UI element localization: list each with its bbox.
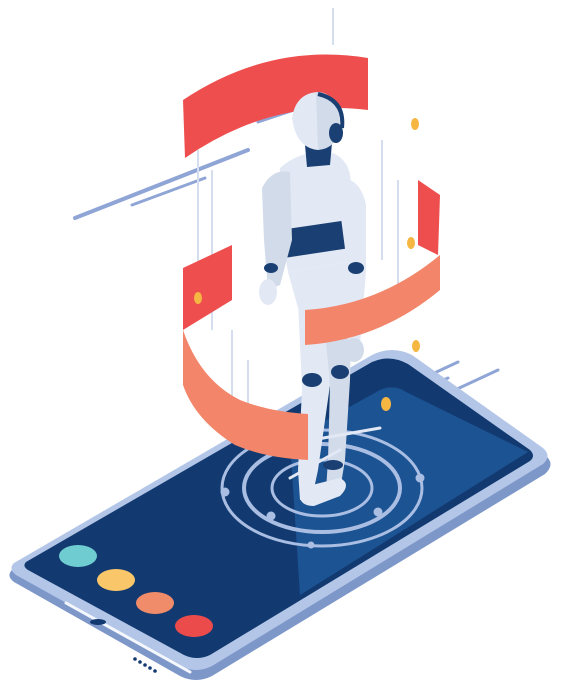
gold-spark <box>411 118 419 130</box>
scan-node <box>220 487 230 497</box>
teal-dot <box>59 545 97 567</box>
gold-spark <box>194 292 202 304</box>
robot-hand-right <box>344 338 364 362</box>
scan-node <box>307 541 315 549</box>
robot-arm-left <box>262 171 292 290</box>
gold-spark <box>412 340 420 352</box>
ring-middle-back <box>418 180 440 255</box>
orange-dot <box>136 592 174 614</box>
ring-lower-back <box>183 245 232 330</box>
smartphone <box>9 350 551 680</box>
robot-knee <box>302 373 322 387</box>
ring-lower-front <box>183 330 308 460</box>
red-dot <box>175 615 213 637</box>
robot-ankle <box>323 460 343 470</box>
robot-elbow <box>348 262 364 274</box>
robot-phone-illustration <box>9 8 551 680</box>
scan-node <box>266 511 276 521</box>
scan-node <box>373 507 383 517</box>
scan-node <box>415 473 425 483</box>
deco-line <box>453 368 500 392</box>
gold-spark <box>407 237 415 249</box>
robot-hand-left <box>259 279 277 305</box>
phone-camera-icon <box>90 619 106 625</box>
robot-elbow <box>264 263 278 273</box>
robot-knee <box>331 365 349 379</box>
gold-spark <box>381 397 391 411</box>
yellow-dot <box>97 569 135 591</box>
deco-line <box>73 148 250 220</box>
